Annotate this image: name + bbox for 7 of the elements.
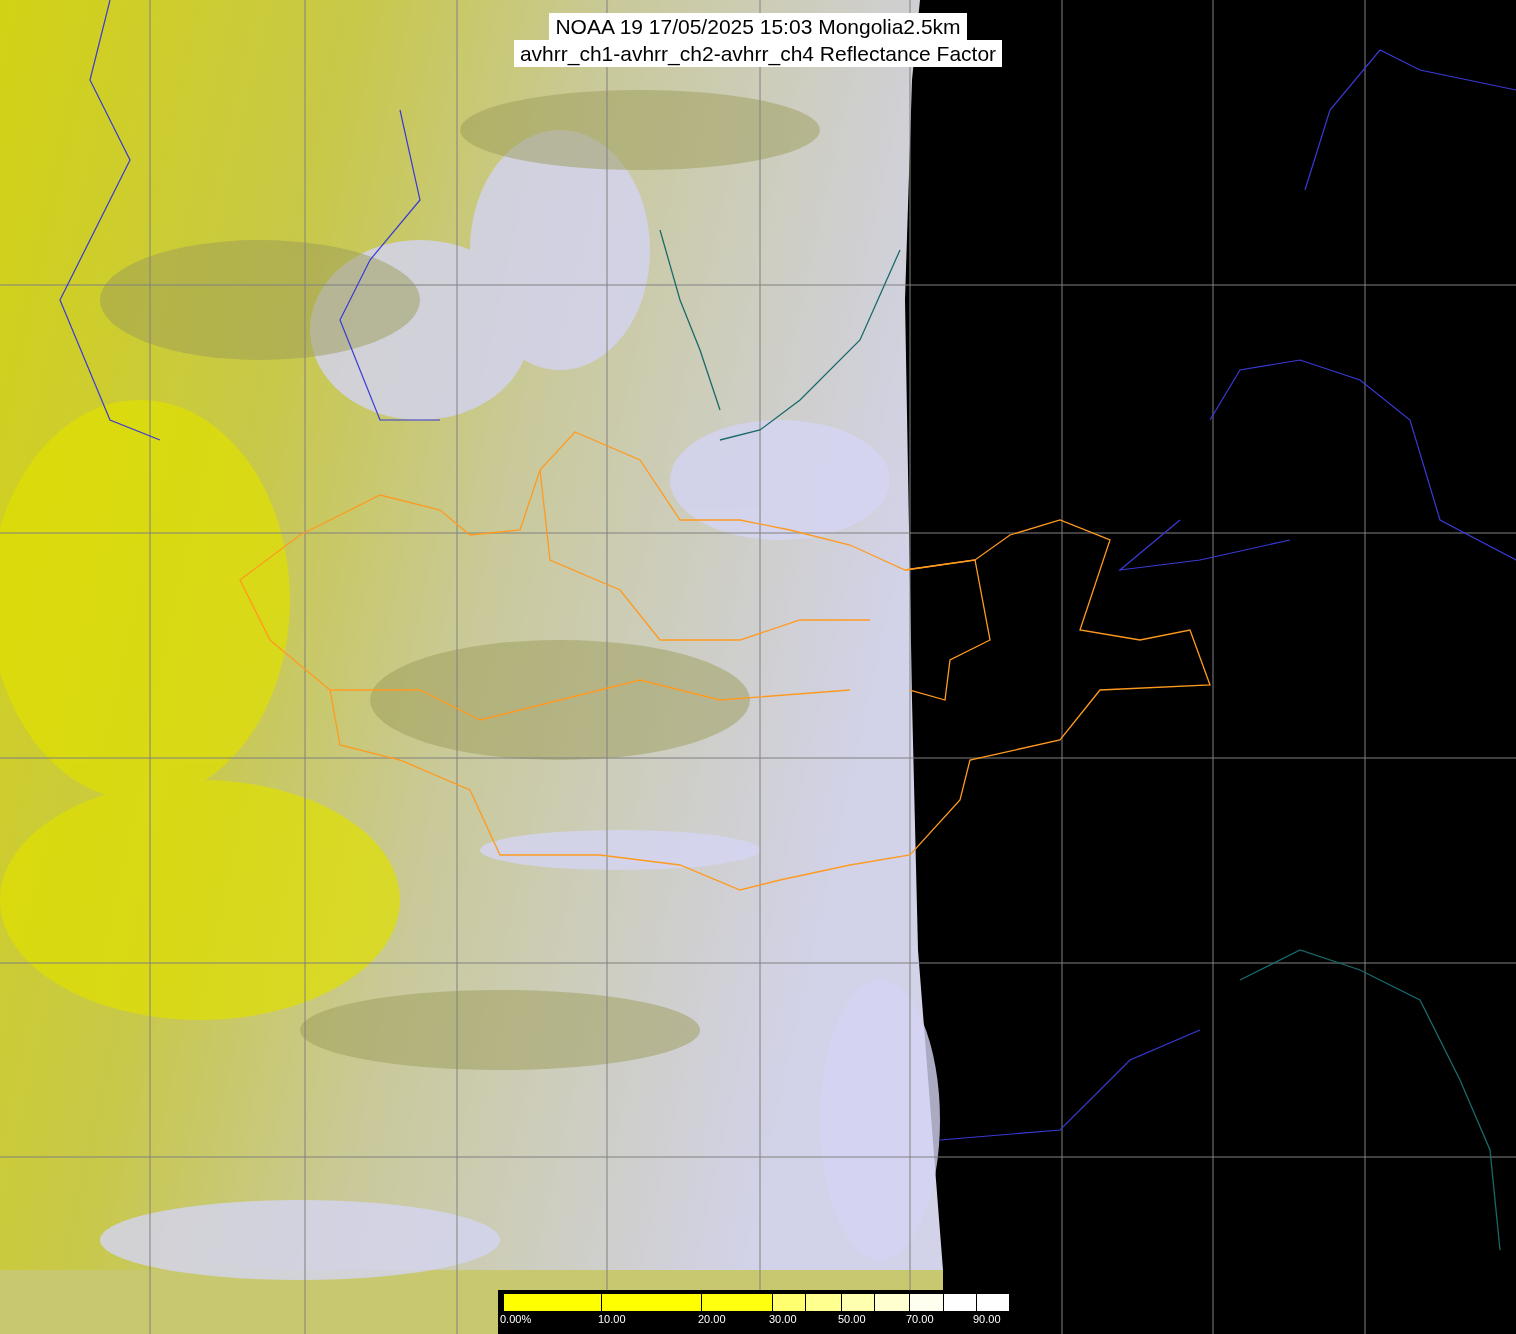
colorbar-label: 90.00 [973,1313,1002,1326]
map-title: NOAA 19 17/05/2025 15:03 Mongolia2.5km [549,13,967,40]
map-title: avhrr_ch1-avhrr_ch2-avhrr_ch4 Reflectance Factor [513,40,1003,67]
colorbar-label: 70.00 [906,1313,935,1326]
colorbar-label: 50.00 [838,1313,867,1326]
colorbar-label: 30.00 [769,1313,798,1326]
colorbar-label: 0.00% [500,1313,533,1326]
